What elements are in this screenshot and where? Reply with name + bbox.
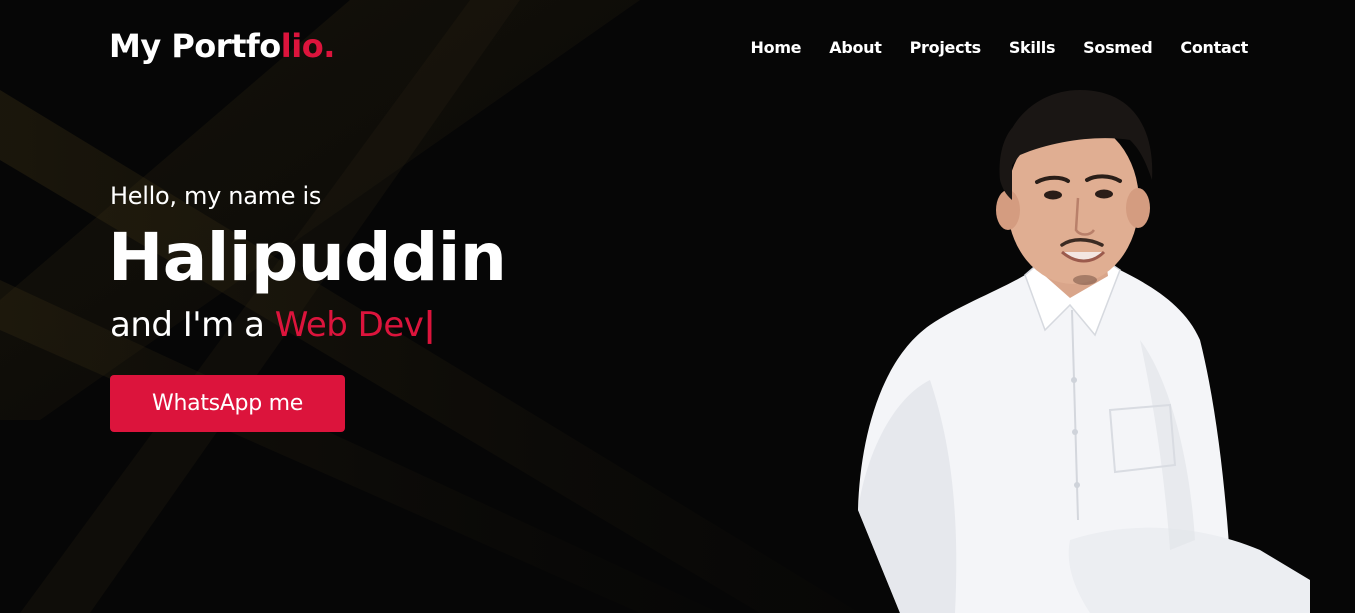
hero-name: Halipuddin [108, 219, 507, 296]
hero-role: and I'm a Web Dev| [110, 305, 436, 345]
site-logo[interactable]: My Portfolio. [109, 27, 335, 65]
logo-accent-text: lio. [280, 27, 336, 65]
role-typed-text: Web Dev [274, 305, 424, 345]
whatsapp-button[interactable]: WhatsApp me [110, 375, 345, 432]
logo-main-text: My Portfo [109, 27, 281, 65]
typing-cursor: | [423, 305, 436, 345]
nav-link-skills[interactable]: Skills [1009, 38, 1056, 57]
nav-link-sosmed[interactable]: Sosmed [1083, 38, 1153, 57]
nav-link-about[interactable]: About [829, 38, 882, 57]
profile-photo [858, 90, 1310, 613]
role-prefix: and I'm a [110, 305, 265, 345]
hero-section: My Portfolio. Home About Projects Skills… [0, 0, 1355, 613]
nav-link-projects[interactable]: Projects [910, 38, 982, 57]
nav-link-home[interactable]: Home [751, 38, 802, 57]
nav-link-contact[interactable]: Contact [1180, 38, 1248, 57]
nav-menu: Home About Projects Skills Sosmed Contac… [751, 38, 1249, 57]
hero-greeting: Hello, my name is [110, 182, 322, 210]
